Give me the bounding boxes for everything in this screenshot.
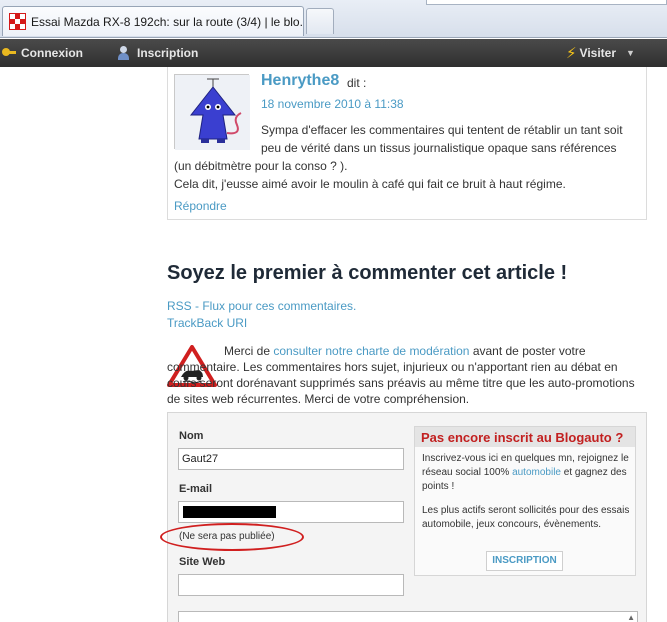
- promo-title: Pas encore inscrit au Blogauto ?: [415, 427, 635, 447]
- comment-line: Sympa d'effacer les commentaires qui ten…: [261, 123, 623, 137]
- trackback-link[interactable]: TrackBack URI: [167, 316, 247, 330]
- charter-prefix: Merci de: [224, 344, 274, 358]
- comment-textarea[interactable]: ▲: [178, 611, 638, 622]
- moderation-charter-text: Merci de consulter notre charte de modér…: [167, 343, 647, 407]
- redacted-email: [183, 506, 276, 518]
- browser-tab-strip: Essai Mazda RX-8 192ch: sur la route (3/…: [0, 0, 667, 38]
- browser-tab[interactable]: Essai Mazda RX-8 192ch: sur la route (3/…: [2, 6, 304, 36]
- blogauto-favicon-icon: [9, 13, 26, 30]
- comment-line: peu de vérité dans un tissus journalisti…: [261, 141, 617, 155]
- comment-line: Cela dit, j'eusse aimé avoir le moulin à…: [174, 177, 566, 191]
- caret-down-icon: ▼: [626, 48, 635, 58]
- promo-benefits-text: Les plus actifs seront sollicités pour d…: [422, 505, 630, 530]
- visit-label: Visiter: [579, 46, 617, 60]
- name-field[interactable]: [178, 448, 404, 470]
- name-label: Nom: [179, 430, 204, 442]
- key-icon: [2, 48, 16, 58]
- moderation-charter-link[interactable]: consulter notre charte de modération: [273, 344, 469, 358]
- email-field[interactable]: [178, 501, 404, 523]
- promo-text: Inscrivez-vous ici en quelques mn, rejoi…: [422, 452, 632, 494]
- lightning-icon: ⚡: [566, 45, 577, 62]
- register-label: Inscription: [137, 46, 199, 60]
- comments-heading: Soyez le premier à commenter cet article…: [167, 262, 568, 284]
- login-button[interactable]: Connexion: [2, 39, 83, 67]
- reply-link[interactable]: Répondre: [174, 199, 227, 213]
- rss-feed-link[interactable]: RSS - Flux pour ces commentaires.: [167, 299, 356, 313]
- email-label: E-mail: [179, 483, 213, 495]
- page-content: Henrythe8 dit : 18 novembre 2010 à 11:38…: [0, 67, 667, 622]
- comment-author-link[interactable]: Henrythe8: [261, 72, 339, 90]
- scroll-up-arrow-icon[interactable]: ▲: [627, 613, 635, 622]
- comment-said-label: dit :: [347, 76, 367, 90]
- comment-text: Sympa d'effacer les commentaires qui ten…: [174, 121, 640, 193]
- register-button[interactable]: Inscription: [117, 39, 198, 67]
- browser-tab-title: Essai Mazda RX-8 192ch: sur la route (3/…: [31, 14, 303, 29]
- window-edge: [426, 0, 667, 5]
- login-label: Connexion: [21, 46, 83, 60]
- website-label: Site Web: [179, 556, 226, 568]
- email-note: (Ne sera pas publiée): [179, 531, 275, 542]
- signup-promo-box: Pas encore inscrit au Blogauto ? Inscriv…: [414, 426, 636, 576]
- visit-menu-button[interactable]: ⚡ Visiter ▼: [566, 39, 635, 67]
- comment-item: Henrythe8 dit : 18 novembre 2010 à 11:38…: [167, 67, 647, 220]
- signup-button[interactable]: INSCRIPTION: [486, 551, 563, 571]
- comment-line: (un débitmètre pour la conso ? ).: [174, 159, 348, 173]
- new-tab-button[interactable]: [306, 8, 334, 34]
- comment-date-link[interactable]: 18 novembre 2010 à 11:38: [261, 97, 404, 111]
- admin-bar: Connexion Inscription ⚡ Visiter ▼: [0, 39, 667, 67]
- user-icon: [117, 46, 131, 60]
- comment-form: Nom E-mail (Ne sera pas publiée) Site We…: [160, 412, 647, 622]
- automobile-link[interactable]: automobile: [512, 467, 561, 478]
- website-field[interactable]: [178, 574, 404, 596]
